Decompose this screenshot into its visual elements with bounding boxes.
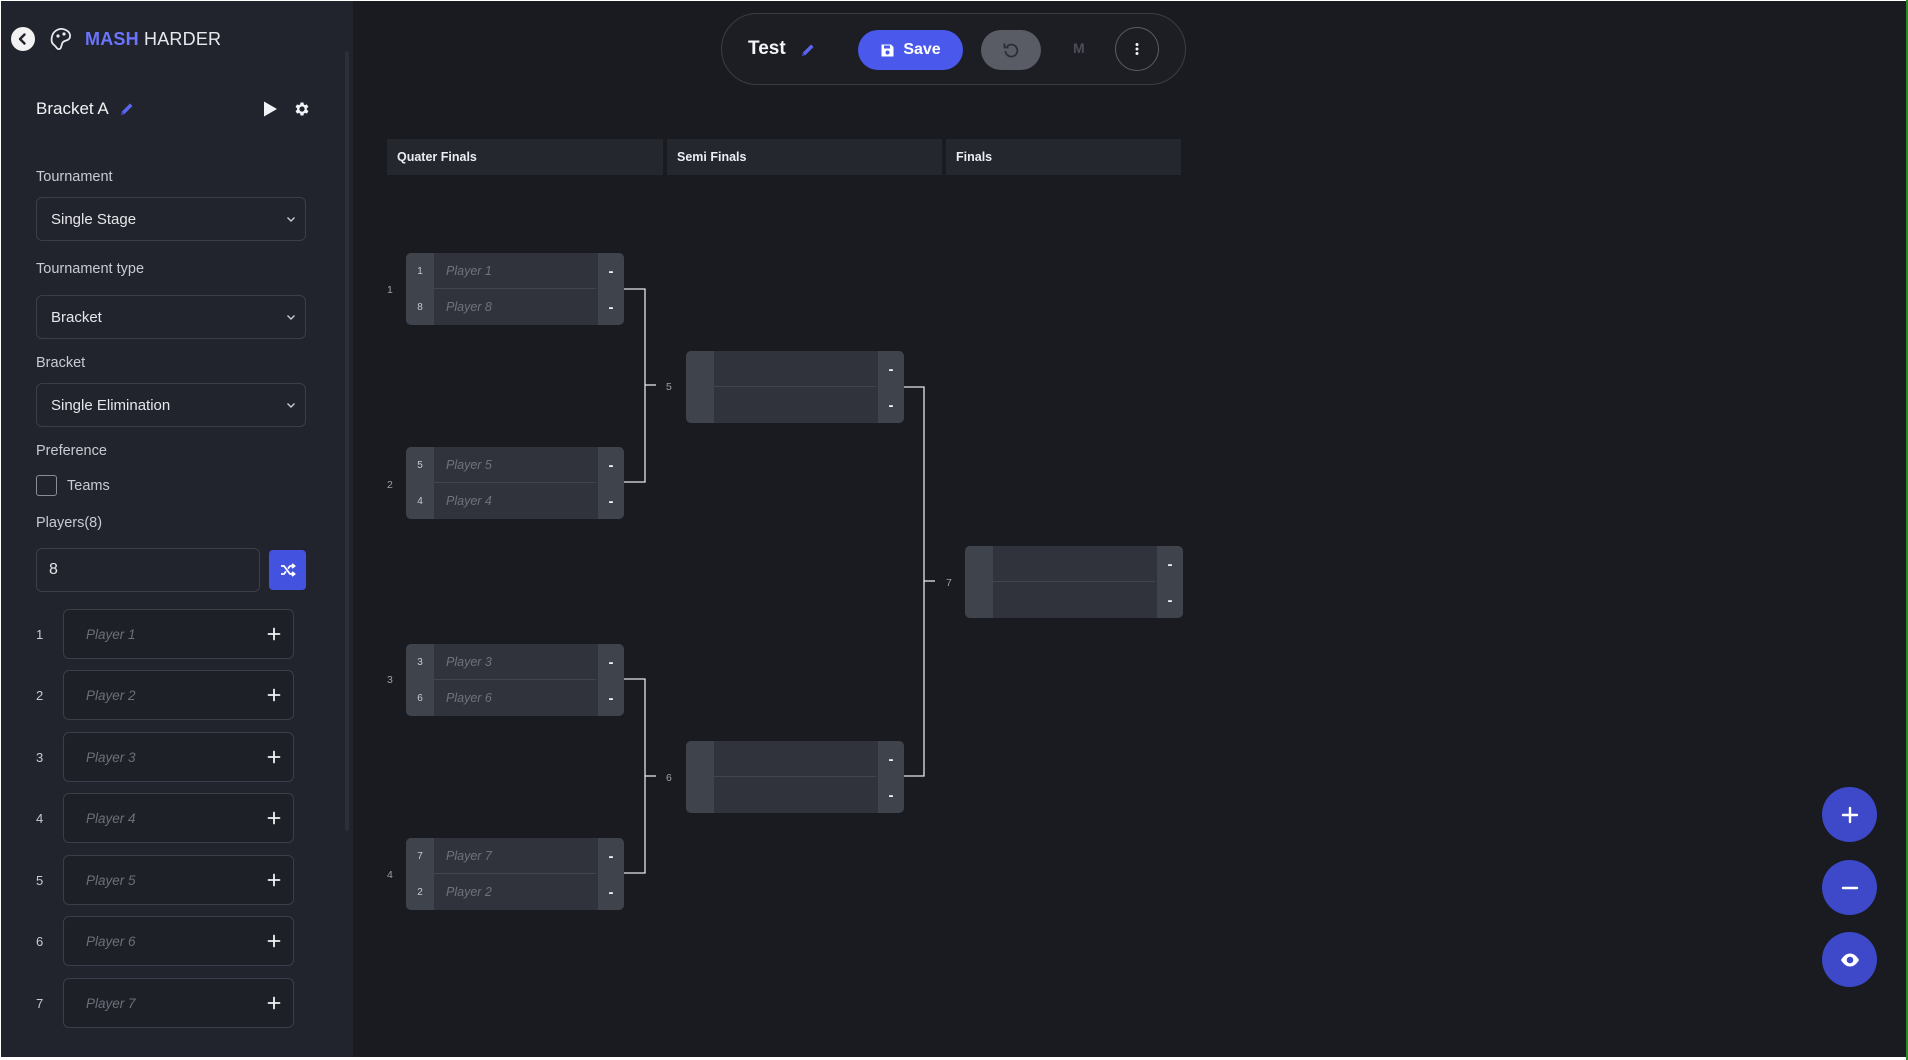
match-card[interactable]: 5 4 Player 5 Player 4-- [406, 447, 624, 519]
match-seed-top: 5 [417, 459, 423, 471]
match-seed-top [686, 741, 714, 777]
match-card[interactable]: 7 2 Player 7 Player 2-- [406, 838, 624, 910]
match-score-bottom[interactable]: - [598, 483, 624, 519]
match-number-label: 6 [666, 772, 672, 784]
match-divider [434, 288, 596, 289]
match-divider [714, 386, 876, 387]
match-player-bottom [1005, 582, 1155, 618]
match-player-top [726, 351, 876, 387]
match-seed-bottom [686, 387, 714, 423]
match-seed-bottom: 8 [417, 301, 423, 313]
match-number-label: 4 [387, 869, 393, 881]
match-player-top: Player 7 [446, 849, 492, 863]
match-seed-column [686, 741, 714, 813]
match-score-column: -- [878, 351, 904, 423]
match-card[interactable]: -- [686, 741, 904, 813]
match-seed-column [965, 546, 993, 618]
match-score-column: -- [598, 644, 624, 716]
match-score-column: -- [598, 447, 624, 519]
match-player-bottom: Player 8 [446, 300, 492, 314]
match-score-bottom[interactable]: - [598, 874, 624, 910]
match-divider [434, 679, 596, 680]
match-seed-column: 18 [406, 253, 434, 325]
view-button[interactable] [1822, 932, 1877, 987]
match-player-top: Player 1 [446, 264, 492, 278]
zoom-out-button[interactable] [1822, 860, 1877, 915]
eye-icon [1840, 953, 1859, 966]
match-score-top[interactable]: - [598, 644, 624, 680]
match-number-label: 3 [387, 674, 393, 686]
match-score-top[interactable]: - [598, 838, 624, 874]
match-score-column: -- [598, 253, 624, 325]
match-card[interactable]: 1 8 Player 1 Player 8-- [406, 253, 624, 325]
match-number-label: 7 [946, 577, 952, 589]
match-score-column: -- [1157, 546, 1183, 618]
zoom-in-button[interactable] [1822, 787, 1877, 842]
match-card[interactable]: 3 6 Player 3 Player 6-- [406, 644, 624, 716]
match-seed-bottom: 6 [417, 692, 423, 704]
match-score-column: -- [878, 741, 904, 813]
match-divider [434, 873, 596, 874]
connector-sf1-sf2 [904, 386, 925, 777]
connector-qf1-qf2 [624, 288, 646, 483]
match-seed-top: 3 [417, 656, 423, 668]
match-score-top[interactable]: - [598, 253, 624, 289]
match-divider [714, 776, 876, 777]
match-seed-column [686, 351, 714, 423]
match-seed-top: 7 [417, 850, 423, 862]
match-seed-column: 54 [406, 447, 434, 519]
match-seed-column: 72 [406, 838, 434, 910]
match-score-column: -- [598, 838, 624, 910]
connector-qf3-qf4 [624, 678, 646, 874]
match-seed-bottom: 4 [417, 495, 423, 507]
match-card[interactable]: -- [965, 546, 1183, 618]
match-seed-top [965, 546, 993, 582]
match-number-label: 5 [666, 381, 672, 393]
match-score-top[interactable]: - [878, 351, 904, 387]
minus-icon [1841, 886, 1858, 889]
match-seed-column: 36 [406, 644, 434, 716]
match-seed-top: 1 [417, 265, 423, 277]
match-player-bottom [726, 777, 876, 813]
match-score-bottom[interactable]: - [598, 680, 624, 716]
window-frame: MASH HARDER Bracket A Tournament Single … [0, 0, 1908, 1060]
match-player-bottom [726, 387, 876, 423]
match-player-top [726, 741, 876, 777]
match-seed-bottom [686, 777, 714, 813]
match-player-top: Player 5 [446, 458, 492, 472]
match-score-bottom[interactable]: - [1157, 582, 1183, 618]
match-number-label: 2 [387, 479, 393, 491]
match-divider [434, 482, 596, 483]
app-root: MASH HARDER Bracket A Tournament Single … [1, 1, 1906, 1057]
match-seed-bottom [965, 582, 993, 618]
match-score-top[interactable]: - [878, 741, 904, 777]
match-player-bottom: Player 4 [446, 494, 492, 508]
match-divider [993, 581, 1155, 582]
match-card[interactable]: -- [686, 351, 904, 423]
match-score-top[interactable]: - [1157, 546, 1183, 582]
match-player-bottom: Player 2 [446, 885, 492, 899]
match-score-bottom[interactable]: - [878, 387, 904, 423]
match-player-top: Player 3 [446, 655, 492, 669]
bracket-connectors [624, 288, 935, 874]
match-player-top [1005, 546, 1155, 582]
match-player-bottom: Player 6 [446, 691, 492, 705]
match-score-bottom[interactable]: - [598, 289, 624, 325]
match-score-bottom[interactable]: - [878, 777, 904, 813]
match-seed-top [686, 351, 714, 387]
match-score-top[interactable]: - [598, 447, 624, 483]
match-number-label: 1 [387, 284, 393, 296]
plus-icon [1841, 806, 1858, 823]
match-seed-bottom: 2 [417, 886, 423, 898]
